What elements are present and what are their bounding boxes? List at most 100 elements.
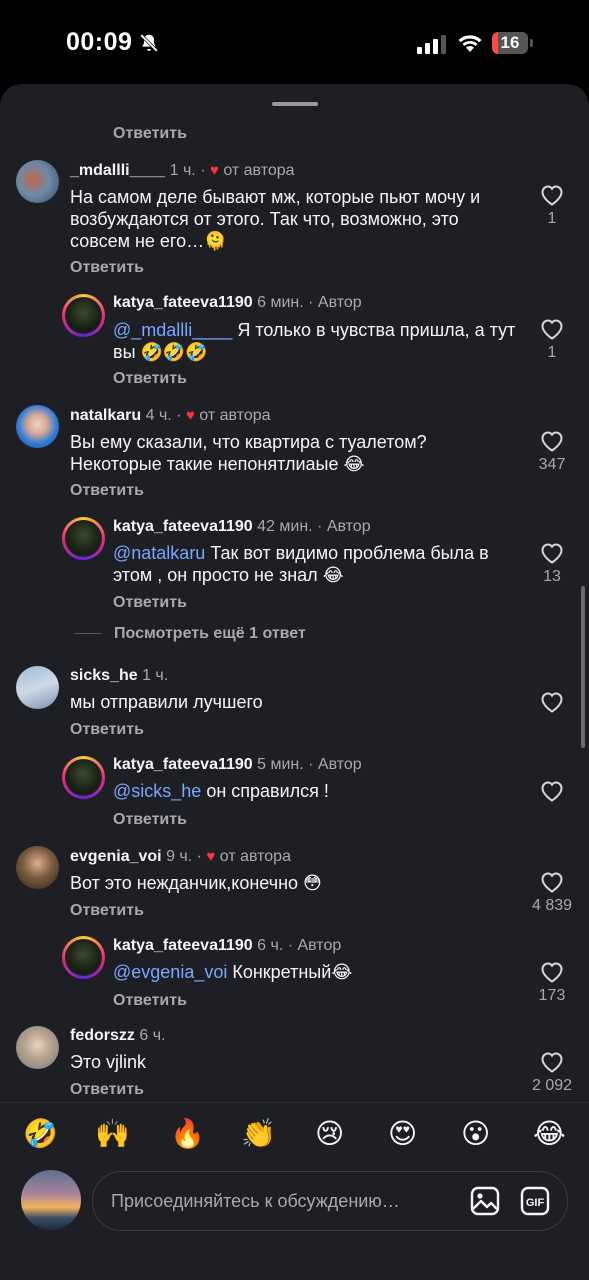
reply-button[interactable]: Ответить — [113, 811, 187, 829]
username[interactable]: _mdallli____ — [70, 162, 165, 179]
like-count: 347 — [538, 456, 566, 473]
like-button[interactable] — [532, 780, 572, 802]
comment-time: 1 ч. — [169, 162, 196, 179]
like-button[interactable]: 13 — [532, 542, 572, 586]
like-count: 4 839 — [531, 897, 573, 914]
composer-divider — [0, 1102, 589, 1103]
avatar[interactable] — [16, 666, 59, 709]
status-time: 00:09 — [66, 28, 133, 56]
username[interactable]: evgenia_voi — [70, 848, 162, 865]
emoji-clap-button[interactable]: 👏 — [241, 1116, 276, 1152]
like-count: 173 — [538, 987, 566, 1004]
like-button[interactable]: 347 — [532, 430, 572, 474]
sheet-drag-handle[interactable] — [272, 102, 318, 106]
comment-input[interactable] — [109, 1184, 443, 1218]
comment-meta: sicks_he 1 ч. — [70, 667, 168, 685]
like-count: 2 092 — [531, 1077, 573, 1094]
comment-text: Вот это нежданчик,конечно 😳 — [70, 873, 322, 893]
like-button[interactable] — [532, 691, 572, 713]
avatar[interactable] — [16, 1026, 59, 1069]
my-avatar — [21, 1170, 81, 1230]
heart-outline-icon — [541, 1052, 563, 1073]
reply-button[interactable]: Ответить — [113, 125, 187, 143]
username[interactable]: fedorszz — [70, 1027, 135, 1044]
reply-button[interactable]: Ответить — [113, 992, 187, 1010]
heart-outline-icon — [541, 692, 563, 713]
author-heart-icon: ♥ — [209, 162, 219, 179]
heart-outline-icon — [541, 319, 563, 340]
like-button[interactable]: 173 — [532, 961, 572, 1005]
username[interactable]: sicks_he — [70, 667, 138, 684]
like-button[interactable]: 4 839 — [524, 871, 580, 915]
emoji-joy-button[interactable]: 😂 — [533, 1116, 566, 1152]
avatar[interactable] — [62, 517, 105, 560]
comment-meta: katya_fateeva1190 6 мин. · Автор — [113, 294, 362, 311]
battery-indicator: 16 — [492, 32, 528, 54]
comment-meta: _mdallli____ 1 ч. · ♥ от автора — [70, 162, 295, 179]
emoji-fire-button[interactable]: 🔥 — [170, 1116, 205, 1152]
comment-meta: katya_fateeva1190 5 мин. · Автор — [113, 756, 362, 773]
author-heart-icon: ♥ — [185, 407, 195, 424]
author-like-label: от автора — [219, 848, 291, 865]
image-icon[interactable] — [469, 1185, 501, 1217]
comment-text: @evgenia_voi Конкретный😂 — [113, 962, 353, 982]
emoji-raised-hands-button[interactable]: 🙌 — [95, 1116, 130, 1152]
emoji-surprised-button[interactable]: 😮 — [461, 1116, 490, 1152]
comment-text: @sicks_he он справился ! — [113, 781, 329, 801]
author-like-label: от автора — [199, 407, 271, 424]
username[interactable]: katya_fateeva1190 — [113, 518, 253, 535]
reply-button[interactable]: Ответить — [70, 1081, 144, 1099]
comment-composer: GIF — [92, 1171, 568, 1231]
like-count: 1 — [547, 344, 557, 361]
heart-outline-icon — [541, 781, 563, 802]
gif-icon[interactable]: GIF — [519, 1185, 551, 1217]
username[interactable]: katya_fateeva1190 — [113, 294, 253, 311]
battery-tip — [530, 39, 533, 47]
comment-time: 42 мин. — [257, 518, 313, 535]
avatar[interactable] — [62, 294, 105, 337]
comment-time: 1 ч. — [142, 667, 169, 684]
comment-time: 6 мин. — [257, 294, 304, 311]
reply-button[interactable]: Ответить — [70, 721, 144, 739]
comment-meta: fedorszz 6 ч. — [70, 1027, 165, 1045]
emoji-crying-button[interactable]: 😢 — [315, 1116, 344, 1152]
avatar[interactable] — [62, 936, 105, 979]
comment-time: 4 ч. — [145, 407, 172, 424]
heart-outline-icon — [541, 962, 563, 983]
heart-outline-icon — [541, 872, 563, 893]
reply-button[interactable]: Ответить — [70, 902, 144, 920]
username[interactable]: katya_fateeva1190 — [113, 756, 253, 773]
like-button[interactable]: 2 092 — [524, 1051, 580, 1095]
reply-button[interactable]: Ответить — [113, 370, 187, 388]
comment-meta: evgenia_voi 9 ч. · ♥ от автора — [70, 848, 291, 865]
avatar[interactable] — [16, 405, 59, 448]
mention-link[interactable]: @natalkaru — [113, 543, 205, 563]
like-count: 13 — [543, 568, 561, 585]
cellular-signal-icon — [417, 35, 446, 54]
username[interactable]: katya_fateeva1190 — [113, 937, 253, 954]
mention-link[interactable]: @evgenia_voi — [113, 962, 227, 982]
wifi-icon — [458, 35, 482, 52]
avatar[interactable] — [16, 160, 59, 203]
like-button[interactable]: 1 — [532, 184, 572, 228]
comment-meta: katya_fateeva1190 42 мин. · Автор — [113, 518, 371, 535]
scrollbar[interactable] — [581, 586, 585, 748]
comment-text: Вы ему сказали, что квартира с туалетом?… — [70, 432, 427, 474]
emoji-heart-eyes-button[interactable]: 😍 — [388, 1116, 417, 1152]
reply-button[interactable]: Ответить — [70, 482, 144, 500]
avatar[interactable] — [16, 846, 59, 889]
comment-text: мы отправили лучшего — [70, 692, 263, 712]
mention-link[interactable]: @sicks_he — [113, 781, 201, 801]
view-more-replies-button[interactable]: Посмотреть ещё 1 ответ — [74, 625, 306, 643]
like-button[interactable]: 1 — [532, 318, 572, 362]
reply-button[interactable]: Ответить — [70, 259, 144, 277]
comment-time: 5 мин. — [257, 756, 304, 773]
username[interactable]: natalkaru — [70, 407, 141, 424]
bell-muted-icon — [140, 34, 158, 52]
author-heart-icon: ♥ — [206, 848, 216, 865]
emoji-rofl-button[interactable]: 🤣 — [23, 1116, 58, 1152]
reply-button[interactable]: Ответить — [113, 594, 187, 612]
mention-link[interactable]: @_mdallli____ — [113, 320, 232, 340]
avatar[interactable] — [62, 756, 105, 799]
comment-text: Это vjlink — [70, 1052, 146, 1072]
